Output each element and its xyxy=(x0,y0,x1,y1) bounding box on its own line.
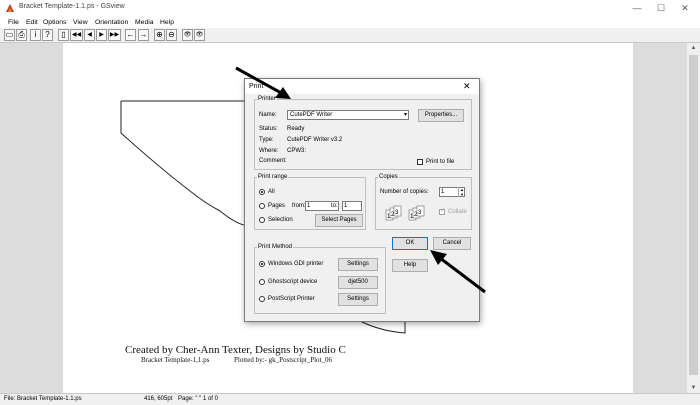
zoom-out-icon[interactable]: ⊖ xyxy=(166,29,177,41)
scroll-thumb[interactable] xyxy=(689,55,698,375)
page-icon[interactable]: ▯ xyxy=(58,29,69,41)
menu-orientation[interactable]: Orientation xyxy=(95,17,128,28)
gdi-settings-button[interactable]: Settings xyxy=(338,258,378,271)
menu-file[interactable]: File xyxy=(8,17,19,28)
menu-options[interactable]: Options xyxy=(43,17,66,28)
gsview-app-icon xyxy=(6,4,14,12)
window-title: Bracket Template-1.1.ps - GSview xyxy=(19,3,125,10)
type-label: Type: xyxy=(259,137,274,143)
print-range-legend: Print range xyxy=(258,174,288,180)
collate-pages-icon: 123 123 xyxy=(385,205,425,221)
cancel-button[interactable]: Cancel xyxy=(433,237,471,250)
printer-legend: Printer xyxy=(258,96,276,102)
type-value: CutePDF Writer v3.2 xyxy=(287,137,343,143)
last-page-icon[interactable]: ▶▶ xyxy=(108,29,121,41)
minimize-button[interactable]: — xyxy=(624,2,650,15)
credit-text: Created by Cher-Ann Texter, Designs by S… xyxy=(125,344,346,356)
range-selection-radio[interactable] xyxy=(259,217,265,223)
status-label: Status: xyxy=(259,126,278,132)
zoom-in-icon[interactable]: ⊕ xyxy=(154,29,165,41)
printer-name-label: Name: xyxy=(259,112,277,118)
print-to-file-label: Print to file xyxy=(426,159,455,165)
where-label: Where: xyxy=(259,148,279,154)
printer-select-value: CutePDF Writer xyxy=(290,112,333,118)
status-bar: File: Bracket Template-1.1.ps 416, 605pt… xyxy=(0,393,700,405)
menu-view[interactable]: View xyxy=(73,17,88,28)
to-input[interactable]: 1 xyxy=(342,201,362,211)
postscript-settings-button[interactable]: Settings xyxy=(338,293,378,306)
help-button[interactable]: Help xyxy=(392,259,428,272)
help-icon[interactable]: ? xyxy=(42,29,53,41)
status-value: Ready xyxy=(287,126,305,132)
title-bar: Bracket Template-1.1.ps - GSview — ☐ ✕ xyxy=(0,0,700,17)
view-alt-icon[interactable]: 👁 xyxy=(194,29,205,41)
maximize-button[interactable]: ☐ xyxy=(648,2,674,15)
ghostscript-device-button[interactable]: djet500 xyxy=(338,276,378,289)
forward-icon[interactable]: → xyxy=(138,29,149,41)
menu-edit[interactable]: Edit xyxy=(26,17,38,28)
properties-button[interactable]: Properties... xyxy=(418,109,464,122)
print-icon[interactable]: ⎙ xyxy=(16,29,27,41)
printer-select[interactable]: CutePDF Writer ▾ xyxy=(287,110,409,120)
toolbar: ▭ ⎙ i ? ▯ ◀◀ ◀ ▶ ▶▶ ← → ⊕ ⊖ 👁 👁 xyxy=(0,28,700,43)
comment-label: Comment: xyxy=(259,158,287,164)
next-page-icon[interactable]: ▶ xyxy=(96,29,107,41)
copies-legend: Copies xyxy=(379,174,398,180)
from-label: from: xyxy=(292,203,306,209)
dialog-close-button[interactable]: ✕ xyxy=(463,81,471,92)
info-icon[interactable]: i xyxy=(30,29,41,41)
file-name-text: Bracket Template-1,1.ps xyxy=(141,356,210,364)
dialog-title: Print xyxy=(249,83,264,90)
copies-label: Number of copies: xyxy=(380,189,429,195)
plotted-by-text: Plotted by:- gk_Postscript_Plot_06 xyxy=(234,356,333,364)
windows-gdi-radio[interactable] xyxy=(259,261,265,267)
dialog-title-bar: Print ✕ xyxy=(245,79,479,94)
to-label: to: xyxy=(331,203,338,209)
print-method-legend: Print Method xyxy=(258,244,293,250)
menu-bar: File Edit Options View Orientation Media… xyxy=(0,17,700,28)
vertical-scrollbar[interactable]: ▲ ▼ xyxy=(687,43,700,393)
prev-page-icon[interactable]: ◀ xyxy=(84,29,95,41)
range-pages-label: Pages xyxy=(268,203,286,209)
range-pages-radio[interactable] xyxy=(259,203,265,209)
postscript-radio[interactable] xyxy=(259,296,265,302)
status-file: File: Bracket Template-1.1.ps xyxy=(4,396,82,402)
ghostscript-radio[interactable] xyxy=(259,279,265,285)
collate-checkbox[interactable] xyxy=(439,207,445,215)
range-all-label: All xyxy=(268,189,275,195)
range-selection-label: Selection xyxy=(268,217,293,223)
chevron-down-icon: ▾ xyxy=(403,112,407,118)
back-icon[interactable]: ← xyxy=(125,29,136,41)
status-coords: 416, 605pt xyxy=(144,396,173,402)
scroll-up-icon[interactable]: ▲ xyxy=(687,43,700,53)
postscript-label: PostScript Printer xyxy=(268,296,315,302)
scroll-down-icon[interactable]: ▼ xyxy=(687,383,700,393)
collate-label: Collate xyxy=(448,209,467,215)
open-icon[interactable]: ▭ xyxy=(4,29,15,41)
ghostscript-label: Ghostscript device xyxy=(268,279,318,285)
view-icon[interactable]: 👁 xyxy=(182,29,193,41)
menu-media[interactable]: Media xyxy=(135,17,154,28)
status-page: Page: " " 1 of 0 xyxy=(178,396,218,402)
windows-gdi-label: Windows GDI printer xyxy=(268,261,324,267)
ok-button[interactable]: OK xyxy=(392,237,428,250)
select-pages-button[interactable]: Select Pages xyxy=(315,214,363,227)
print-dialog: Print ✕ Printer Name: CutePDF Writer ▾ P… xyxy=(244,78,480,322)
copies-spinner-icon[interactable]: ▲ ▼ xyxy=(458,187,465,197)
first-page-icon[interactable]: ◀◀ xyxy=(70,29,83,41)
where-value: CPW3: xyxy=(287,148,307,154)
print-to-file-checkbox[interactable] xyxy=(417,159,423,165)
range-all-radio[interactable] xyxy=(259,189,265,195)
menu-help[interactable]: Help xyxy=(160,17,174,28)
close-window-button[interactable]: ✕ xyxy=(672,2,698,15)
